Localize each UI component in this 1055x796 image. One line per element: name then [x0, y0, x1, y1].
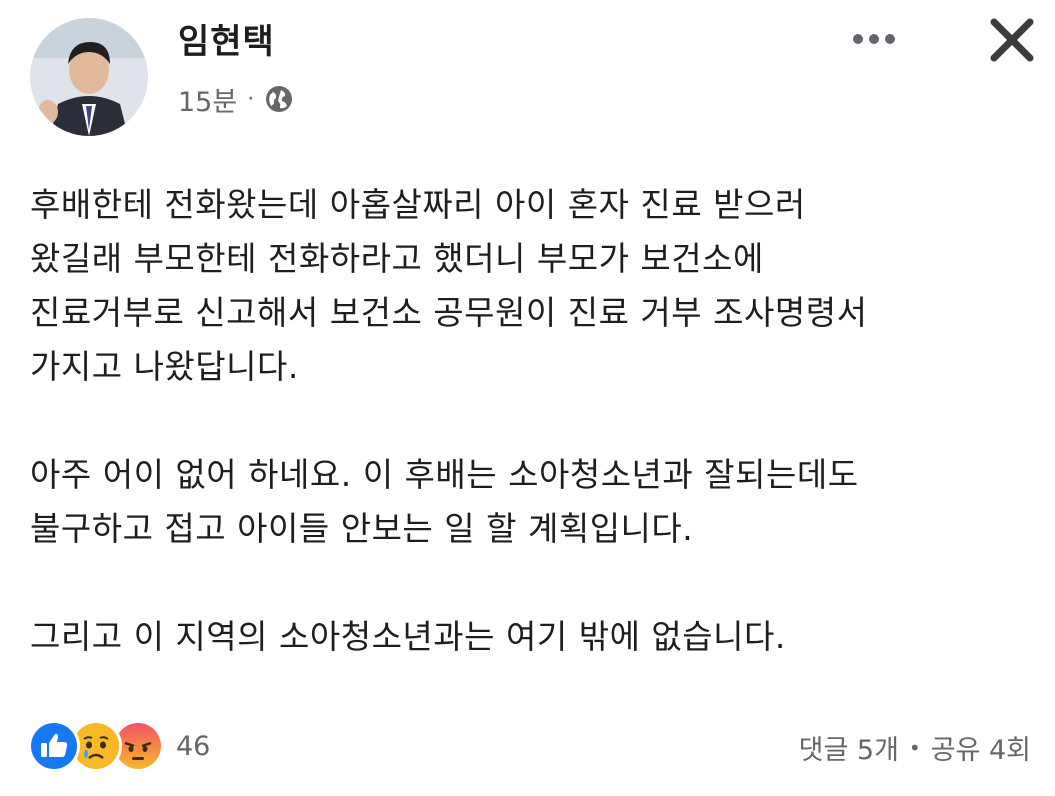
author-avatar[interactable] [30, 18, 148, 136]
meta-separator: · [247, 86, 255, 112]
more-dot [869, 34, 879, 44]
post-paragraph: 아주 어이 없어 하네요. 이 후배는 소아청소년과 잘되는데도 불구하고 접고… [30, 448, 1030, 556]
close-icon [990, 18, 1034, 62]
avatar-photo [30, 18, 148, 136]
post-time[interactable]: 15분 [178, 80, 237, 119]
globe-icon[interactable] [264, 84, 294, 114]
author-name[interactable]: 임현택 [178, 14, 275, 63]
post-paragraph: 그리고 이 지역의 소아청소년과는 여기 밖에 없습니다. [30, 610, 1030, 664]
more-options-button[interactable] [846, 24, 902, 54]
close-button[interactable] [984, 12, 1040, 68]
post-line: 아주 어이 없어 하네요. 이 후배는 소아청소년과 잘되는데도 [30, 455, 859, 494]
post-line: 가지고 나왔답니다. [30, 347, 299, 386]
reactions-summary[interactable]: 46 [28, 718, 210, 774]
more-horizontal-icon [853, 34, 863, 44]
comments-count-link[interactable]: 댓글 5개 [799, 728, 899, 767]
post-line: 그리고 이 지역의 소아청소년과는 여기 밖에 없습니다. [30, 617, 786, 656]
more-dot [885, 34, 895, 44]
shares-count-link[interactable]: 공유 4회 [931, 728, 1031, 767]
post-line: 왔길래 부모한테 전화하라고 했더니 부모가 보건소에 [30, 239, 764, 278]
post-body: 후배한테 전화왔는데 아홉살짜리 아이 혼자 진료 받으러 왔길래 부모한테 전… [30, 178, 1030, 664]
post-meta: 15분 · [178, 80, 294, 119]
post-line: 불구하고 접고 아이들 안보는 일 할 계획입니다. [30, 509, 694, 548]
stats-separator: • [908, 735, 921, 760]
post-line: 후배한테 전화왔는데 아홉살짜리 아이 혼자 진료 받으러 [30, 185, 806, 224]
post-line: 진료거부로 신고해서 보건소 공무원이 진료 거부 조사명령서 [30, 293, 868, 332]
like-icon [28, 720, 80, 772]
engagement-counts: 댓글 5개 • 공유 4회 [799, 728, 1031, 767]
reaction-count: 46 [176, 730, 211, 762]
post-paragraph: 후배한테 전화왔는데 아홉살짜리 아이 혼자 진료 받으러 왔길래 부모한테 전… [30, 178, 1030, 394]
